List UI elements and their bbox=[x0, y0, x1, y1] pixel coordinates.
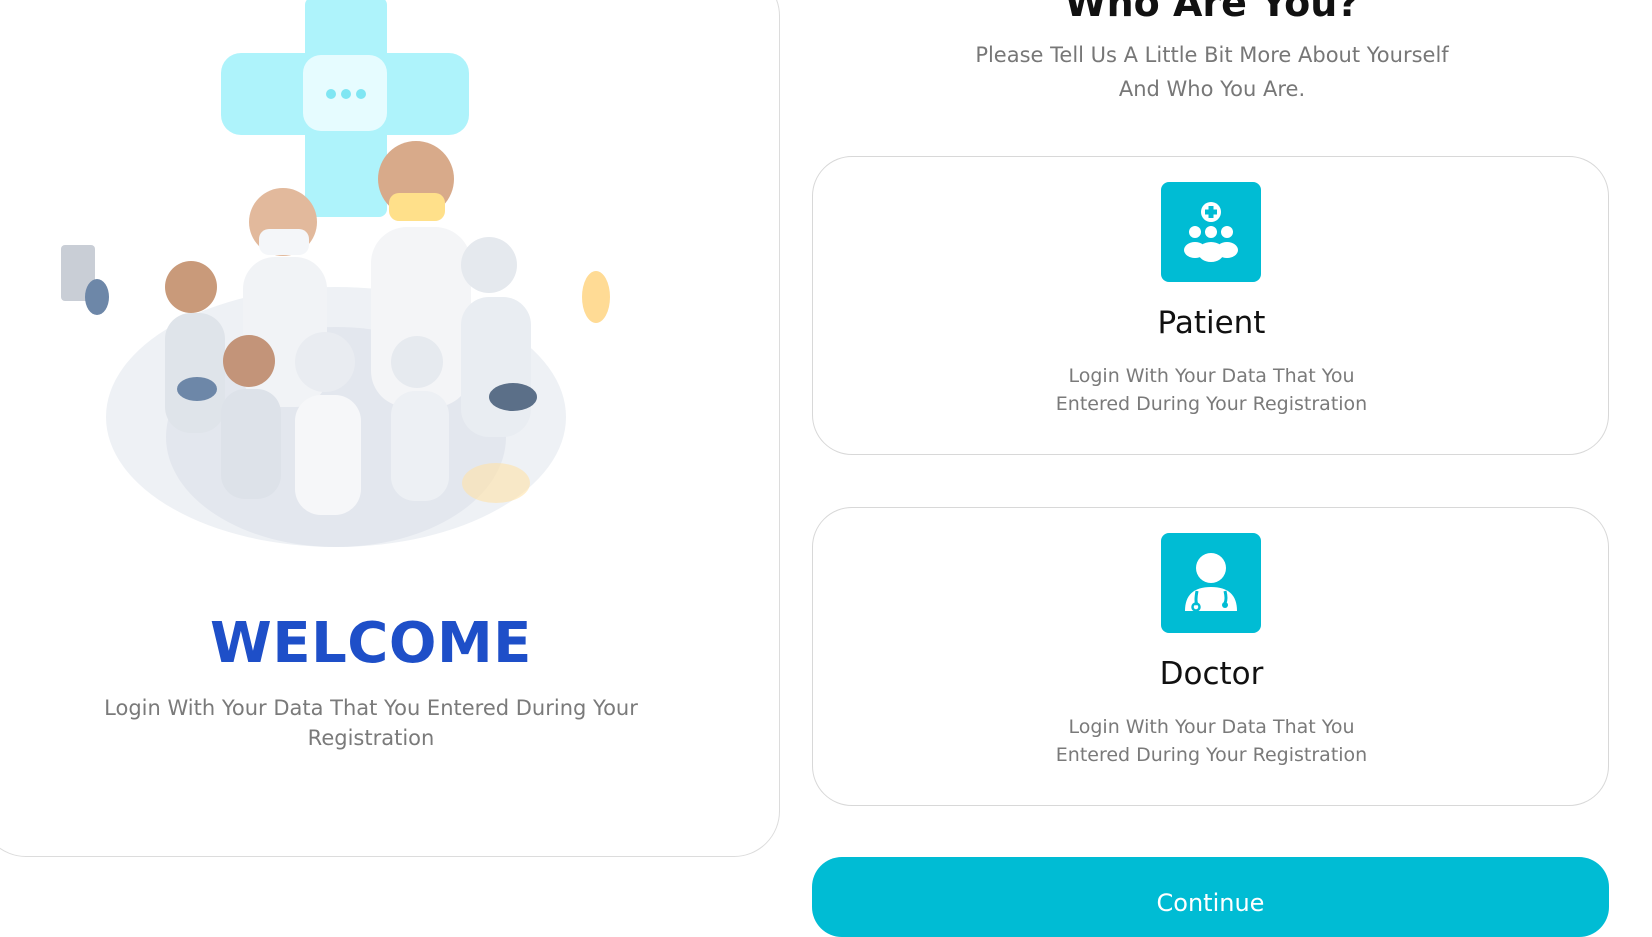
continue-button[interactable]: Continue bbox=[812, 857, 1609, 937]
patient-card-description: Login With Your Data That You Entered Du… bbox=[1055, 365, 1368, 415]
doctor-icon bbox=[1161, 533, 1261, 633]
patients-group-icon bbox=[1161, 182, 1261, 282]
patient-card[interactable]: Patient Login With Your Data That You En… bbox=[812, 156, 1609, 455]
doctor-card[interactable]: Doctor Login With Your Data That You Ent… bbox=[812, 507, 1609, 806]
welcome-subtitle: Login With Your Data That You Entered Du… bbox=[104, 696, 638, 750]
doctor-card-title: Doctor bbox=[1159, 656, 1264, 692]
role-selection: Who Are You? Please Tell Us A Little Bit… bbox=[812, 0, 1612, 937]
medical-team-illustration bbox=[61, 0, 610, 547]
welcome-title: WELCOME bbox=[210, 611, 532, 676]
role-subheading: Please Tell Us A Little Bit More About Y… bbox=[975, 43, 1449, 101]
patient-card-title: Patient bbox=[1157, 305, 1266, 341]
doctor-card-description: Login With Your Data That You Entered Du… bbox=[1055, 716, 1368, 766]
role-heading: Who Are You? bbox=[1064, 0, 1360, 25]
welcome-panel: WELCOME Login With Your Data That You En… bbox=[0, 0, 780, 857]
